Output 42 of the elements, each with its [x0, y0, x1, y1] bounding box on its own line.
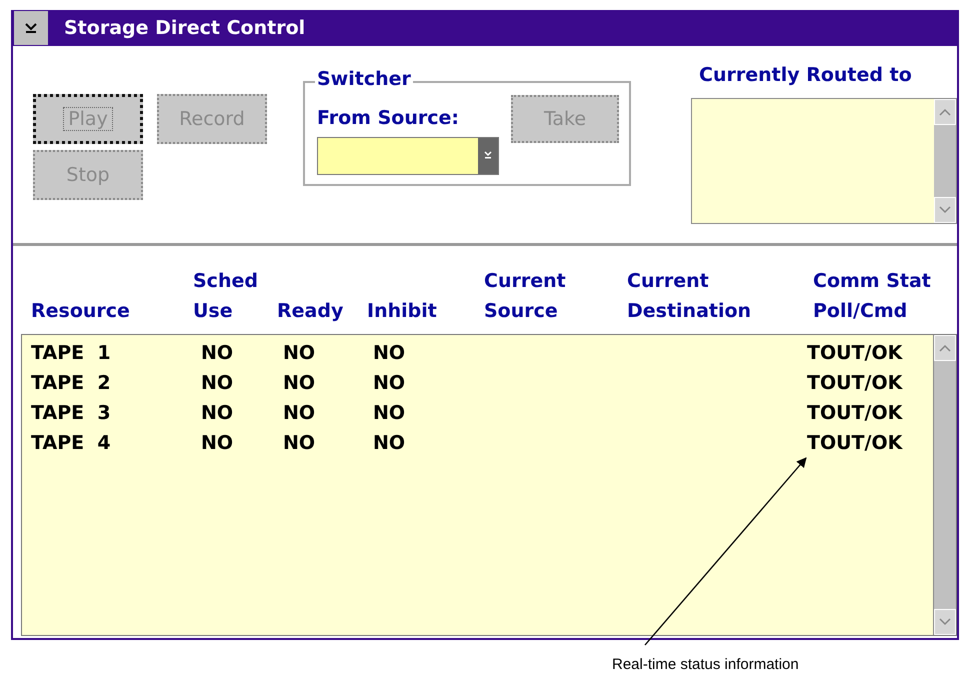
table-cell-text: NO [200, 401, 234, 426]
table-cell-text: NO [200, 341, 234, 366]
table-cell-text: TAPE 2 [31, 371, 112, 396]
table-cell-text: TOUT/OK [807, 371, 904, 396]
table-cell-text: TOUT/OK [807, 431, 904, 456]
table-cell-text: NO [282, 431, 316, 456]
scrollbar[interactable] [933, 335, 956, 635]
column-header: Resource [31, 299, 131, 324]
scroll-down-icon [934, 197, 956, 223]
scroll-up-icon [934, 335, 956, 361]
column-header: Current Destination [627, 269, 752, 324]
routed-list-box[interactable] [691, 98, 957, 224]
column-header: Sched Use [193, 269, 259, 324]
table-cell-text: NO [200, 431, 234, 456]
routed-label: Currently Routed to [699, 64, 912, 86]
annotation-text: Real-time status information [612, 656, 799, 673]
column-header: Inhibit [367, 299, 438, 324]
table-cell-text: NO [282, 401, 316, 426]
table-cell-text: NO [372, 401, 406, 426]
table-cell-text: NO [200, 371, 234, 396]
column-header: Ready [277, 299, 344, 324]
table-cell-text: NO [372, 431, 406, 456]
column-header: Comm Stat Poll/Cmd [813, 269, 932, 324]
scrollbar[interactable] [934, 99, 956, 223]
scroll-up-icon [934, 99, 956, 125]
table-cell-text: TOUT/OK [807, 341, 904, 366]
caret-icon [24, 22, 38, 34]
table-cell-text: TAPE 3 [31, 401, 112, 426]
scroll-down-icon [934, 609, 956, 635]
table-cell-text: NO [282, 341, 316, 366]
window-title: Storage Direct Control [64, 17, 306, 39]
table-cell-text: NO [282, 371, 316, 396]
system-menu-button[interactable] [14, 11, 48, 45]
table-cell-text: TOUT/OK [807, 401, 904, 426]
table-cell-text: NO [372, 371, 406, 396]
table-cell-text: NO [372, 341, 406, 366]
column-header: Current Source [484, 269, 567, 324]
source-label: From Source: [317, 107, 460, 129]
resource-list[interactable]: TAPE 1 NO NO NO TOUT/OK TAPE 2 NO NO NO TOUT/OK TAPE 3 NO NO NO TOUT/OK TAPE 4 NO NO NO TOUT/OK [21, 334, 957, 636]
source-dropdown[interactable] [317, 137, 499, 175]
table-cell-text: TAPE 4 [31, 431, 112, 456]
table-cell-text: TAPE 1 [31, 341, 112, 366]
